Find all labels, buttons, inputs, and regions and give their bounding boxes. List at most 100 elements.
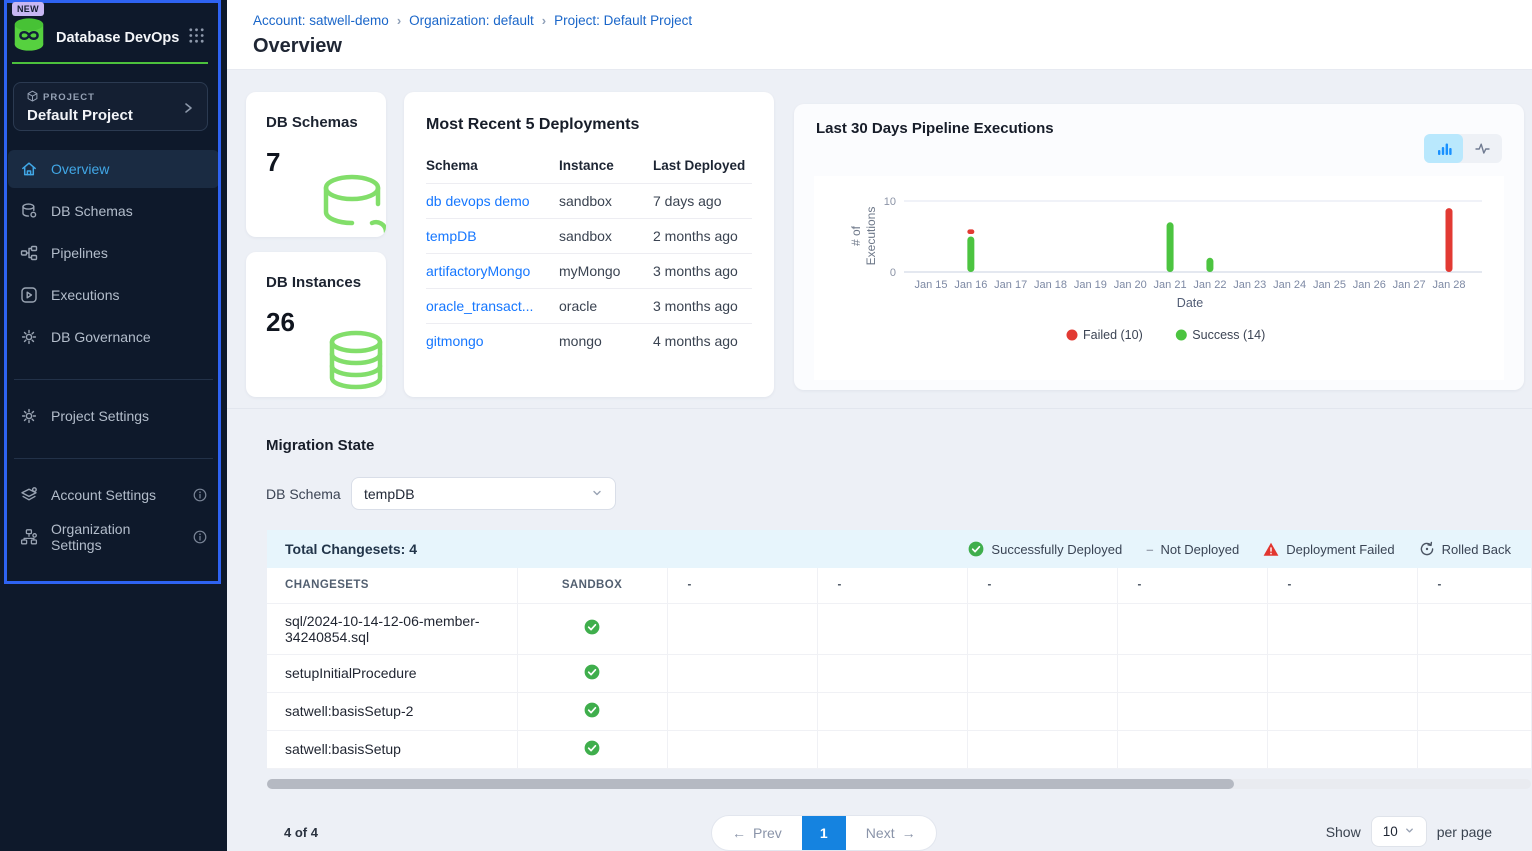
page-header: Account: satwell-demo › Organization: de… bbox=[227, 0, 1532, 70]
brand-row: Database DevOps bbox=[10, 16, 217, 59]
pipeline-chart-svg: 010# ofExecutionsJan 15Jan 16Jan 17Jan 1… bbox=[814, 176, 1504, 380]
pipeline-chart: 010# ofExecutionsJan 15Jan 16Jan 17Jan 1… bbox=[814, 176, 1504, 380]
svg-text:Jan 19: Jan 19 bbox=[1074, 279, 1107, 291]
schema-link[interactable]: artifactoryMongo bbox=[426, 263, 559, 279]
chevron-down-icon bbox=[591, 486, 603, 502]
chart-type-toggle bbox=[1424, 134, 1502, 163]
scrollbar-thumb[interactable] bbox=[267, 779, 1234, 789]
schema-link[interactable]: oracle_transact... bbox=[426, 298, 559, 314]
page-1-button[interactable]: 1 bbox=[802, 816, 846, 850]
column-header: - bbox=[817, 568, 967, 603]
success-check-icon bbox=[584, 664, 600, 680]
sidebar-item-project-settings[interactable]: Project Settings bbox=[8, 397, 219, 435]
success-check-icon bbox=[584, 619, 600, 635]
project-selector[interactable]: PROJECT Default Project bbox=[13, 82, 208, 131]
sidebar-item-db-schemas[interactable]: DB Schemas bbox=[8, 192, 219, 230]
gear-icon bbox=[20, 328, 38, 346]
database-stack-icon bbox=[316, 328, 386, 397]
table-row: sql/2024-10-14-12-06-member-34240854.sql bbox=[267, 603, 1531, 654]
chevron-down-icon bbox=[1404, 824, 1415, 839]
sidebar-item-account-settings[interactable]: Account Settings bbox=[8, 476, 219, 514]
page-size-select[interactable]: 10 bbox=[1371, 816, 1427, 847]
svg-text:Jan 23: Jan 23 bbox=[1233, 279, 1266, 291]
db-schema-value: tempDB bbox=[364, 486, 415, 502]
table-row: tempDB sandbox 2 months ago bbox=[426, 219, 752, 254]
success-check-icon bbox=[584, 740, 600, 756]
svg-text:Date: Date bbox=[1177, 296, 1203, 310]
svg-text:Jan 26: Jan 26 bbox=[1353, 279, 1386, 291]
chevron-right-icon bbox=[181, 101, 195, 120]
arrow-right-icon: → bbox=[902, 825, 916, 841]
line-chart-toggle-icon[interactable] bbox=[1463, 134, 1502, 163]
sidebar-item-db-governance[interactable]: DB Governance bbox=[8, 318, 219, 356]
org-gear-icon bbox=[20, 528, 38, 546]
sidebar-item-overview[interactable]: Overview bbox=[8, 150, 219, 188]
gear-icon bbox=[20, 407, 38, 425]
changeset-name: satwell:basisSetup bbox=[267, 730, 517, 768]
row-count: 4 of 4 bbox=[284, 825, 318, 840]
deployments-title: Most Recent 5 Deployments bbox=[426, 116, 752, 134]
bar-chart-toggle-icon[interactable] bbox=[1424, 134, 1463, 163]
column-header: Last Deployed bbox=[653, 158, 752, 173]
page-size-control: Show 10 per page bbox=[1326, 816, 1492, 847]
breadcrumb-organization-link[interactable]: Organization: default bbox=[409, 13, 534, 28]
db-schema-select[interactable]: tempDB bbox=[351, 477, 616, 510]
stat-label: DB Instances bbox=[266, 274, 386, 291]
sidebar-item-executions[interactable]: Executions bbox=[8, 276, 219, 314]
app: NEW Database DevOps bbox=[0, 0, 1532, 851]
info-icon[interactable] bbox=[193, 488, 207, 502]
schema-link[interactable]: tempDB bbox=[426, 228, 559, 244]
sidebar-item-organization-settings[interactable]: Organization Settings bbox=[8, 518, 219, 556]
changesets-header-bar: Total Changesets: 4 Successfully Deploye… bbox=[267, 530, 1531, 568]
pager: ←Prev 1 Next→ bbox=[711, 815, 937, 851]
deployments-table: Schema Instance Last Deployed db devops … bbox=[426, 150, 752, 358]
rollback-icon bbox=[1419, 541, 1435, 557]
horizontal-scrollbar bbox=[267, 779, 1531, 789]
pipeline-icon bbox=[20, 244, 38, 262]
breadcrumb-project-link[interactable]: Project: Default Project bbox=[554, 13, 692, 28]
success-check-icon bbox=[584, 702, 600, 718]
svg-text:Jan 24: Jan 24 bbox=[1273, 279, 1306, 291]
sidebar-divider bbox=[14, 458, 213, 459]
breadcrumb-account-link[interactable]: Account: satwell-demo bbox=[253, 13, 389, 28]
table-row: satwell:basisSetup-2 bbox=[267, 692, 1531, 730]
legend-deployment-failed: Deployment Failed bbox=[1263, 542, 1394, 557]
svg-text:Jan 17: Jan 17 bbox=[994, 279, 1027, 291]
project-label: PROJECT bbox=[43, 92, 95, 103]
sidebar-item-pipelines[interactable]: Pipelines bbox=[8, 234, 219, 272]
table-row: artifactoryMongo myMongo 3 months ago bbox=[426, 254, 752, 289]
project-cube-icon bbox=[27, 90, 38, 105]
svg-text:# of: # of bbox=[849, 225, 863, 246]
schema-link[interactable]: gitmongo bbox=[426, 333, 559, 349]
svg-text:Jan 28: Jan 28 bbox=[1432, 279, 1465, 291]
success-check-icon bbox=[968, 541, 984, 557]
column-header: - bbox=[1417, 568, 1531, 603]
new-badge: NEW bbox=[12, 2, 44, 16]
schema-link[interactable]: db devops demo bbox=[426, 193, 559, 209]
info-icon[interactable] bbox=[193, 530, 207, 544]
column-header: - bbox=[667, 568, 817, 603]
main-area: Account: satwell-demo › Organization: de… bbox=[227, 0, 1532, 851]
changeset-name: satwell:basisSetup-2 bbox=[267, 692, 517, 730]
migration-title: Migration State bbox=[266, 437, 374, 454]
database-outline-icon bbox=[316, 170, 386, 237]
legend-rolled-back: Rolled Back bbox=[1419, 541, 1511, 557]
sidebar: NEW Database DevOps bbox=[0, 0, 227, 851]
column-header: - bbox=[1267, 568, 1417, 603]
db-instances-card: DB Instances 26 bbox=[246, 252, 386, 397]
prev-button[interactable]: ←Prev bbox=[712, 816, 802, 850]
table-row: oracle_transact... oracle 3 months ago bbox=[426, 289, 752, 324]
warning-triangle-icon bbox=[1263, 542, 1279, 557]
pipeline-executions-card: Last 30 Days Pipeline Executions 010# of… bbox=[794, 104, 1524, 390]
chart-title: Last 30 Days Pipeline Executions bbox=[816, 120, 1502, 137]
sidebar-item-label: Organization Settings bbox=[51, 521, 180, 553]
column-header: CHANGESETS bbox=[267, 568, 517, 603]
apps-grid-icon[interactable] bbox=[188, 27, 205, 49]
stat-label: DB Schemas bbox=[266, 114, 386, 131]
db-schema-label: DB Schema bbox=[266, 486, 341, 502]
section-divider bbox=[227, 408, 1532, 409]
deployments-header-row: Schema Instance Last Deployed bbox=[426, 150, 752, 184]
svg-text:Success (14): Success (14) bbox=[1192, 328, 1265, 342]
next-button[interactable]: Next→ bbox=[846, 816, 936, 850]
column-header: - bbox=[1117, 568, 1267, 603]
